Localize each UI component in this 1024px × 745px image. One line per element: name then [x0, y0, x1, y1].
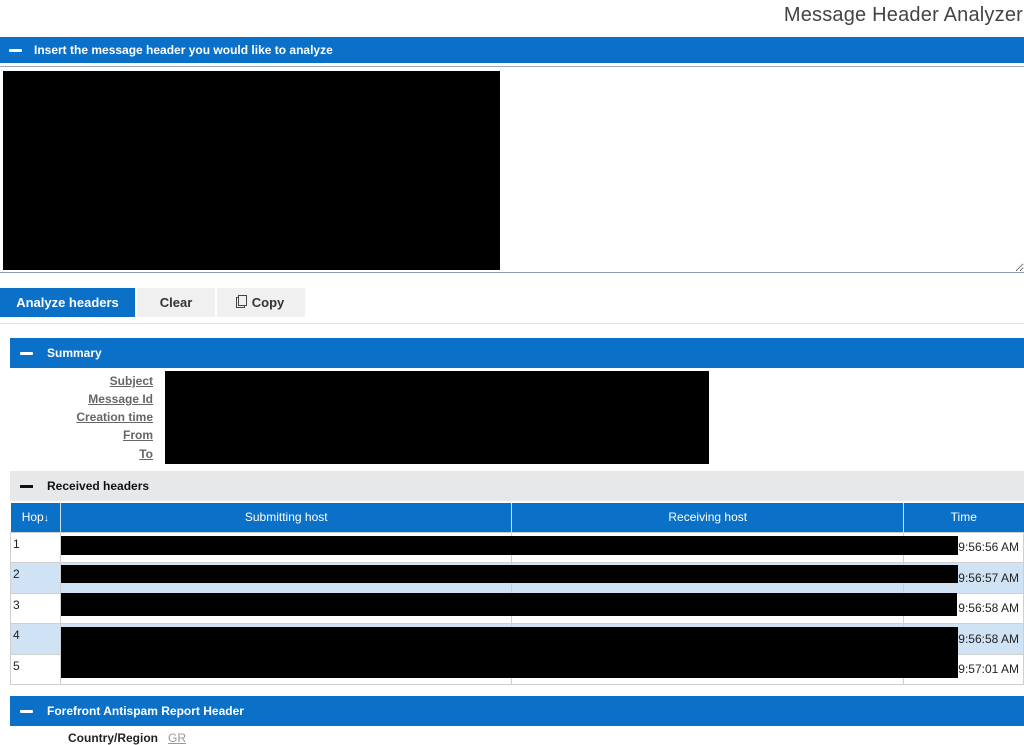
country-region-label: Country/Region: [68, 731, 158, 745]
summary-section[interactable]: Summary: [10, 338, 1024, 368]
copy-button[interactable]: Copy: [217, 288, 305, 317]
received-headers-label: Received headers: [47, 479, 150, 493]
divider: [0, 323, 1024, 324]
hop-cell: 3: [10, 592, 61, 624]
forefront-antispam-section[interactable]: Forefront Antispam Report Header: [10, 696, 1024, 726]
insert-header-section[interactable]: Insert the message header you would like…: [0, 37, 1024, 63]
summary-field-creation-time[interactable]: Creation time: [76, 410, 153, 424]
collapse-icon[interactable]: [20, 351, 33, 355]
hop-cell: 2: [10, 562, 61, 594]
hop-header-label: Hop: [21, 510, 44, 525]
redacted-host-rows-4-5: [61, 627, 958, 678]
summary-field-to[interactable]: To: [139, 447, 153, 461]
forefront-antispam-label: Forefront Antispam Report Header: [47, 704, 244, 718]
redacted-host-row-3: [61, 593, 957, 616]
summary-label: Summary: [47, 346, 102, 360]
column-header-submitting-host[interactable]: Submitting host: [60, 503, 513, 532]
summary-field-subject[interactable]: Subject: [110, 374, 153, 388]
column-header-hop[interactable]: Hop↓: [10, 503, 61, 532]
copy-icon: [237, 295, 247, 306]
copy-button-label: Copy: [251, 295, 285, 310]
redacted-header-text: [3, 71, 500, 270]
divider: [0, 272, 1024, 273]
hop-cell: 1: [10, 531, 61, 563]
summary-field-message-id[interactable]: Message Id: [88, 392, 153, 406]
analyze-headers-button[interactable]: Analyze headers: [0, 288, 135, 317]
insert-header-label: Insert the message header you would like…: [34, 43, 333, 57]
redacted-summary-values: [165, 371, 709, 464]
sort-down-icon: ↓: [43, 513, 49, 525]
clear-button[interactable]: Clear: [137, 288, 215, 317]
received-headers-section[interactable]: Received headers: [10, 471, 1024, 501]
column-header-receiving-host[interactable]: Receiving host: [511, 503, 905, 532]
column-header-time[interactable]: Time: [903, 503, 1024, 532]
app-title: Message Header Analyzer: [783, 4, 1023, 26]
country-region-value[interactable]: GR: [168, 731, 186, 745]
redacted-host-row-1: [61, 536, 958, 555]
hop-cell: 5: [10, 653, 61, 685]
summary-field-from[interactable]: From: [123, 428, 153, 442]
redacted-host-row-2: [61, 565, 958, 583]
collapse-icon[interactable]: [20, 709, 33, 713]
hop-cell: 4: [10, 623, 61, 655]
collapse-icon[interactable]: [20, 484, 33, 488]
divider: [0, 66, 1024, 67]
collapse-icon[interactable]: [9, 48, 22, 52]
table-header-row: Hop↓ Submitting host Receiving host Time: [10, 503, 1024, 532]
